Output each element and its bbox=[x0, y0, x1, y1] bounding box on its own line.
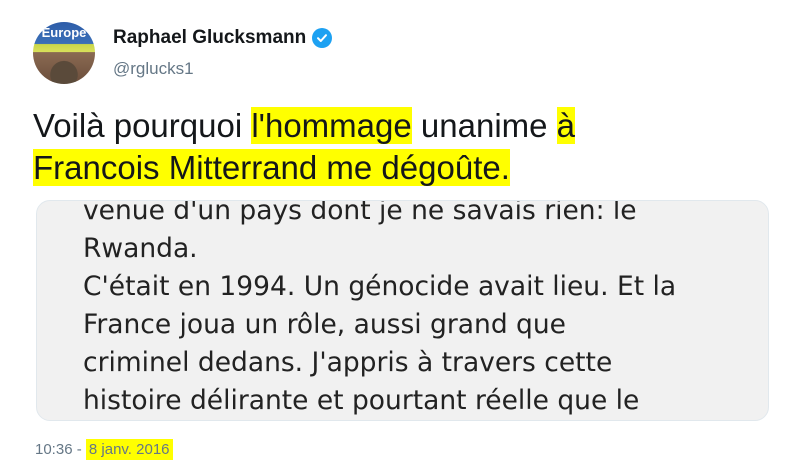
author-name-row: Raphael Glucksmann bbox=[113, 27, 333, 49]
tweet-text-part: unanime bbox=[411, 107, 557, 144]
tweet-text-highlight: l'hommage bbox=[251, 107, 412, 144]
tweet-text-highlight: Francois Mitterrand me dégoûte. bbox=[33, 149, 510, 186]
tweet-text-highlight: à bbox=[556, 107, 576, 144]
tweet-text: Voilà pourquoi l'hommage unanime à Franc… bbox=[33, 105, 773, 189]
tweet-media-image[interactable]: venue d'un pays dont je ne savais rien: … bbox=[36, 200, 769, 421]
tweet-date: 8 janv. 2016 bbox=[85, 439, 173, 460]
media-screenshot-text: venue d'un pays dont je ne savais rien: … bbox=[83, 200, 677, 416]
author-handle[interactable]: @rglucks1 bbox=[113, 59, 194, 79]
verified-badge-icon bbox=[312, 28, 333, 48]
tweet-time: 10:36 bbox=[35, 441, 73, 458]
tweet-text-part: Voilà pourquoi bbox=[33, 107, 252, 144]
author-display-name[interactable]: Raphael Glucksmann bbox=[113, 27, 306, 49]
avatar-text: Europe bbox=[41, 25, 87, 40]
timestamp-separator: - bbox=[72, 441, 86, 458]
tweet-timestamp[interactable]: 10:36 - 8 janv. 2016 bbox=[35, 439, 173, 460]
author-avatar[interactable]: Europe bbox=[33, 22, 95, 84]
